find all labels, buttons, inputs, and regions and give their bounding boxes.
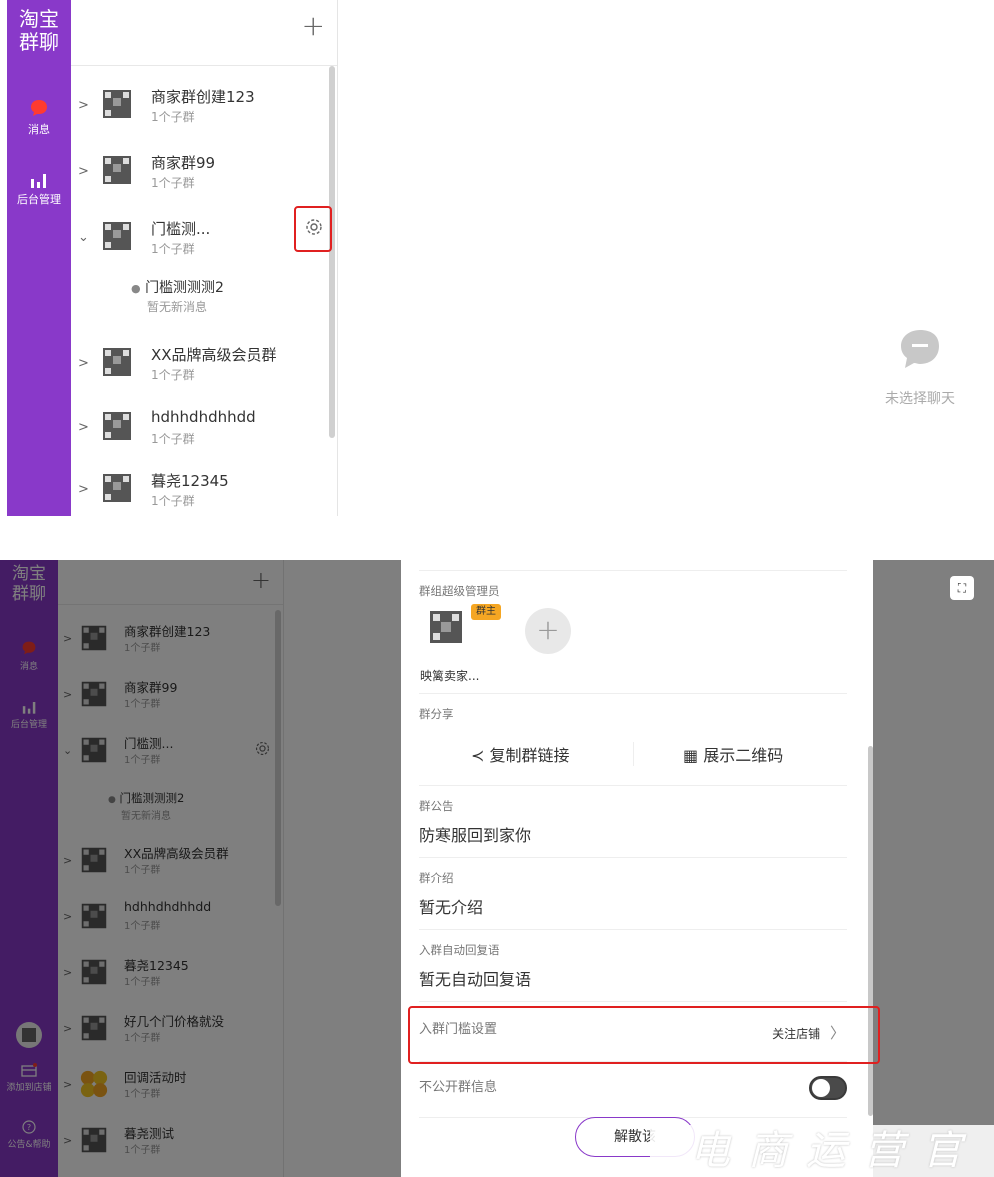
subgroup-item[interactable]: ● 门槛测测测2 暂无新消息 — [131, 277, 321, 315]
group-name: XX品牌高级会员群 — [151, 346, 277, 364]
watermark: 电商运营官 — [650, 1125, 994, 1177]
admin-name: 映篱卖家... — [420, 669, 480, 683]
group-name: 暮尧12345 — [151, 472, 229, 490]
intro-value: 暂无介绍 — [419, 898, 484, 917]
message-icon — [31, 100, 47, 116]
highlight-box — [294, 206, 332, 252]
owner-badge: 群主 — [471, 604, 501, 620]
private-label: 不公开群信息 — [419, 1080, 498, 1095]
sidebar-nav: 淘宝 群聊 消息 后台管理 — [7, 0, 71, 516]
group-sub: 1个子群 — [151, 110, 195, 124]
empty-state: 未选择聊天 — [870, 328, 970, 408]
group-name: 商家群99 — [151, 154, 216, 172]
group-name: hdhhdhdhhdd — [151, 408, 256, 426]
subgroup-name: 门槛测测测2 — [145, 280, 224, 296]
group-avatar — [101, 152, 133, 188]
private-toggle[interactable] — [809, 1076, 847, 1100]
intro-label: 群介绍 — [419, 871, 454, 885]
screenshot-top: 淘宝 群聊 消息 后台管理 + > 商家群创建123 1个子群 > 商家群99 1… — [0, 0, 994, 516]
group-item[interactable]: > hdhhdhdhhdd 1个子群 — [71, 394, 337, 460]
autoreply-label: 入群自动回复语 — [419, 943, 500, 957]
list-header: + — [71, 0, 337, 66]
chevron-right-icon[interactable]: > — [78, 356, 89, 371]
copy-link-button[interactable]: ≺ 复制群链接 — [471, 742, 570, 766]
group-item[interactable]: > 暮尧12345 1个子群 — [71, 456, 337, 516]
admin-section: 群组超级管理员 — [419, 570, 847, 694]
group-sub: 1个子群 — [151, 176, 195, 190]
add-admin-button[interactable]: + — [525, 608, 571, 654]
group-settings-panel: 群组超级管理员 群主 + 映篱卖家... 群分享 ≺ 复制群链接 ▦ 展示二维码… — [401, 560, 873, 1177]
app-logo: 淘宝群聊 — [19, 7, 59, 54]
chat-bubble-icon — [901, 330, 939, 368]
screenshot-bottom: 淘宝群聊 消息 后台管理 添加到店铺 ? 公告&帮助 + > 商家群创建123 — [0, 560, 994, 1177]
group-list: + > 商家群创建123 1个子群 > 商家群99 1个子群 ⌄ 门槛测... … — [71, 0, 338, 516]
highlight-box — [408, 1006, 880, 1064]
intro-section[interactable]: 群介绍 暂无介绍 — [419, 858, 847, 930]
group-avatar — [101, 86, 133, 122]
add-group-button[interactable]: + — [302, 8, 325, 44]
chevron-right-icon[interactable]: > — [78, 420, 89, 435]
notice-value: 防寒服回到家你 — [419, 826, 532, 845]
share-section: 群分享 — [419, 694, 847, 786]
group-avatar — [101, 408, 133, 444]
nav-messages[interactable]: 消息 — [7, 98, 71, 137]
group-item[interactable]: > 商家群创建123 1个子群 — [71, 72, 337, 138]
autoreply-section[interactable]: 入群自动回复语 暂无自动回复语 — [419, 930, 847, 1002]
show-qr-button[interactable]: ▦ 展示二维码 — [683, 742, 783, 766]
bar-chart-icon — [31, 174, 46, 188]
group-sub: 1个子群 — [151, 368, 195, 382]
autoreply-value: 暂无自动回复语 — [419, 970, 532, 989]
admin-label: 群组超级管理员 — [419, 584, 500, 598]
share-icon: ≺ — [471, 746, 485, 765]
chat-bubble-icon: ● — [131, 282, 141, 295]
group-avatar — [101, 344, 133, 380]
subgroup-status: 暂无新消息 — [147, 300, 208, 314]
qr-code-icon: ▦ — [683, 746, 699, 765]
group-name: 门槛测... — [151, 220, 211, 238]
nav-admin[interactable]: 后台管理 — [7, 172, 71, 207]
share-label: 群分享 — [419, 707, 454, 721]
group-sub: 1个子群 — [151, 242, 195, 256]
chevron-right-icon[interactable]: > — [78, 164, 89, 179]
divider — [633, 742, 634, 766]
admin-avatar[interactable] — [427, 608, 465, 646]
group-sub: 1个子群 — [151, 494, 195, 508]
group-item[interactable]: > 商家群99 1个子群 — [71, 138, 337, 204]
group-avatar — [101, 470, 133, 506]
chevron-right-icon[interactable]: > — [78, 98, 89, 113]
group-sub: 1个子群 — [151, 432, 195, 446]
group-avatar — [101, 218, 133, 254]
chevron-right-icon[interactable]: > — [78, 482, 89, 497]
toggle-knob — [812, 1079, 830, 1097]
group-item[interactable]: > XX品牌高级会员群 1个子群 — [71, 330, 337, 396]
private-row: 不公开群信息 — [419, 1062, 847, 1118]
group-name: 商家群创建123 — [151, 88, 255, 106]
fullscreen-icon[interactable]: ⛶ — [950, 576, 974, 600]
chevron-down-icon[interactable]: ⌄ — [78, 230, 89, 245]
notice-section[interactable]: 群公告 防寒服回到家你 — [419, 786, 847, 858]
notice-label: 群公告 — [419, 799, 454, 813]
empty-state-text: 未选择聊天 — [885, 391, 955, 407]
list-scrollbar[interactable] — [329, 66, 335, 438]
